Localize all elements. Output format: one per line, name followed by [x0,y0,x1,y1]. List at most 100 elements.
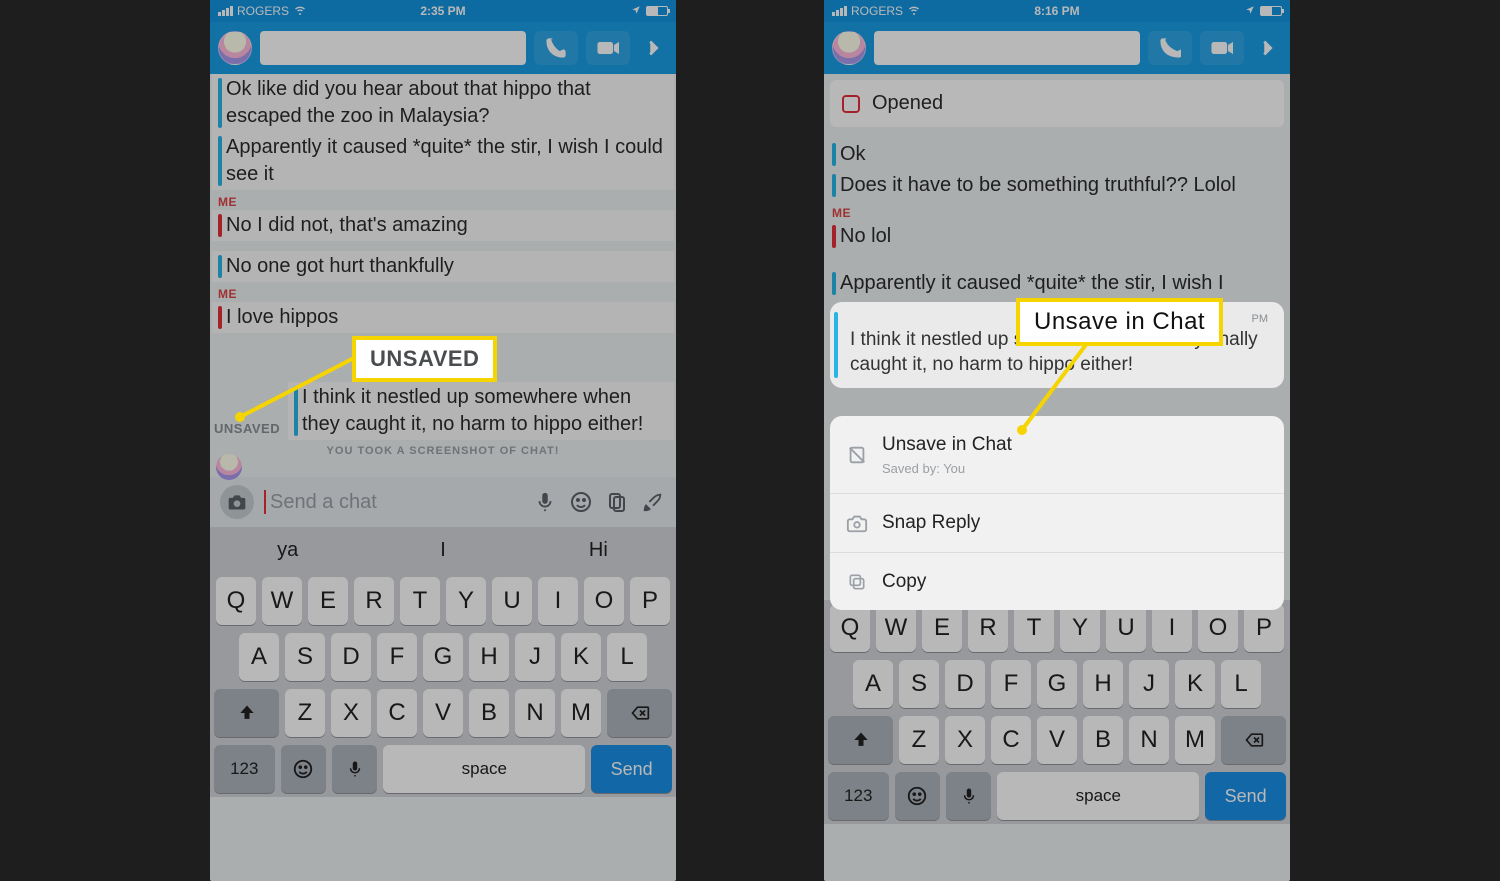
key[interactable]: U [1106,604,1146,652]
message[interactable]: No I did not, that's amazing [212,210,674,241]
key[interactable]: B [1083,716,1123,764]
key[interactable]: W [262,577,302,625]
key[interactable]: O [1198,604,1238,652]
key[interactable]: L [607,633,647,681]
key[interactable]: I [1152,604,1192,652]
key[interactable]: Y [1060,604,1100,652]
camera-button[interactable] [220,485,254,519]
key[interactable]: J [1129,660,1169,708]
key[interactable]: G [1037,660,1077,708]
key[interactable]: F [377,633,417,681]
key[interactable]: R [354,577,394,625]
backspace-key[interactable] [1221,716,1286,764]
key[interactable]: V [1037,716,1077,764]
shift-key[interactable] [828,716,893,764]
key[interactable]: M [1175,716,1215,764]
key[interactable]: P [630,577,670,625]
video-call-button[interactable] [586,31,630,65]
chevron-right-icon[interactable] [1252,31,1282,65]
avatar[interactable] [832,31,866,65]
key[interactable]: Y [446,577,486,625]
clock: 2:35 PM [210,4,676,18]
key[interactable]: C [377,689,417,737]
key[interactable]: V [423,689,463,737]
message[interactable]: I think it nestled up somewhere when the… [288,382,674,440]
message[interactable]: I love hippos [212,302,674,333]
suggestion[interactable]: I [365,527,520,573]
video-call-button[interactable] [1200,31,1244,65]
dictate-key[interactable] [332,745,377,793]
key[interactable]: S [899,660,939,708]
key[interactable]: L [1221,660,1261,708]
key[interactable]: U [492,577,532,625]
key[interactable]: B [469,689,509,737]
message[interactable]: Apparently it caused *quite* the stir, I… [826,268,1288,299]
space-key[interactable]: space [997,772,1199,820]
emoji-key[interactable] [895,772,940,820]
numbers-key[interactable]: 123 [214,745,275,793]
key[interactable]: S [285,633,325,681]
dictate-key[interactable] [946,772,991,820]
key[interactable]: E [308,577,348,625]
message[interactable]: Does it have to be something truthful?? … [826,170,1288,201]
key[interactable]: T [400,577,440,625]
message[interactable]: Apparently it caused *quite* the stir, I… [212,132,674,190]
voice-call-button[interactable] [534,31,578,65]
action-unsave[interactable]: Unsave in Chat Saved by: You [830,416,1284,493]
key[interactable]: N [1129,716,1169,764]
key[interactable]: X [331,689,371,737]
shift-key[interactable] [214,689,279,737]
action-snap-reply[interactable]: Snap Reply [830,493,1284,552]
emoji-key[interactable] [281,745,326,793]
key[interactable]: M [561,689,601,737]
message[interactable]: Ok [826,139,1288,170]
key[interactable]: J [515,633,555,681]
key[interactable]: F [991,660,1031,708]
key[interactable]: Q [216,577,256,625]
key[interactable]: G [423,633,463,681]
rocket-icon[interactable] [640,489,666,515]
action-copy[interactable]: Copy [830,552,1284,611]
smile-icon[interactable] [568,489,594,515]
cards-icon[interactable] [604,489,630,515]
key[interactable]: D [945,660,985,708]
key[interactable]: R [968,604,1008,652]
chat-name-field[interactable] [260,31,526,65]
key[interactable]: A [239,633,279,681]
message[interactable]: No lol [826,221,1288,252]
key[interactable]: O [584,577,624,625]
send-button[interactable]: Send [591,745,672,793]
key[interactable]: X [945,716,985,764]
key[interactable]: N [515,689,555,737]
voice-call-button[interactable] [1148,31,1192,65]
key[interactable]: D [331,633,371,681]
key[interactable]: A [853,660,893,708]
key[interactable]: E [922,604,962,652]
space-key[interactable]: space [383,745,585,793]
key[interactable]: Q [830,604,870,652]
chat-name-field[interactable] [874,31,1140,65]
mic-icon[interactable] [532,489,558,515]
message[interactable]: Ok like did you hear about that hippo th… [212,74,674,132]
key[interactable]: H [1083,660,1123,708]
backspace-key[interactable] [607,689,672,737]
key[interactable]: I [538,577,578,625]
chevron-right-icon[interactable] [638,31,668,65]
numbers-key[interactable]: 123 [828,772,889,820]
key[interactable]: W [876,604,916,652]
key[interactable]: T [1014,604,1054,652]
chat-input[interactable]: Send a chat [264,485,522,519]
key[interactable]: K [561,633,601,681]
key[interactable]: H [469,633,509,681]
suggestion[interactable]: Hi [521,527,676,573]
key[interactable]: Z [899,716,939,764]
send-button[interactable]: Send [1205,772,1286,820]
suggestion[interactable]: ya [210,527,365,573]
key[interactable]: K [1175,660,1215,708]
message[interactable]: No one got hurt thankfully [212,251,674,282]
key[interactable]: C [991,716,1031,764]
key[interactable]: Z [285,689,325,737]
avatar[interactable] [216,454,242,480]
key[interactable]: P [1244,604,1284,652]
avatar[interactable] [218,31,252,65]
